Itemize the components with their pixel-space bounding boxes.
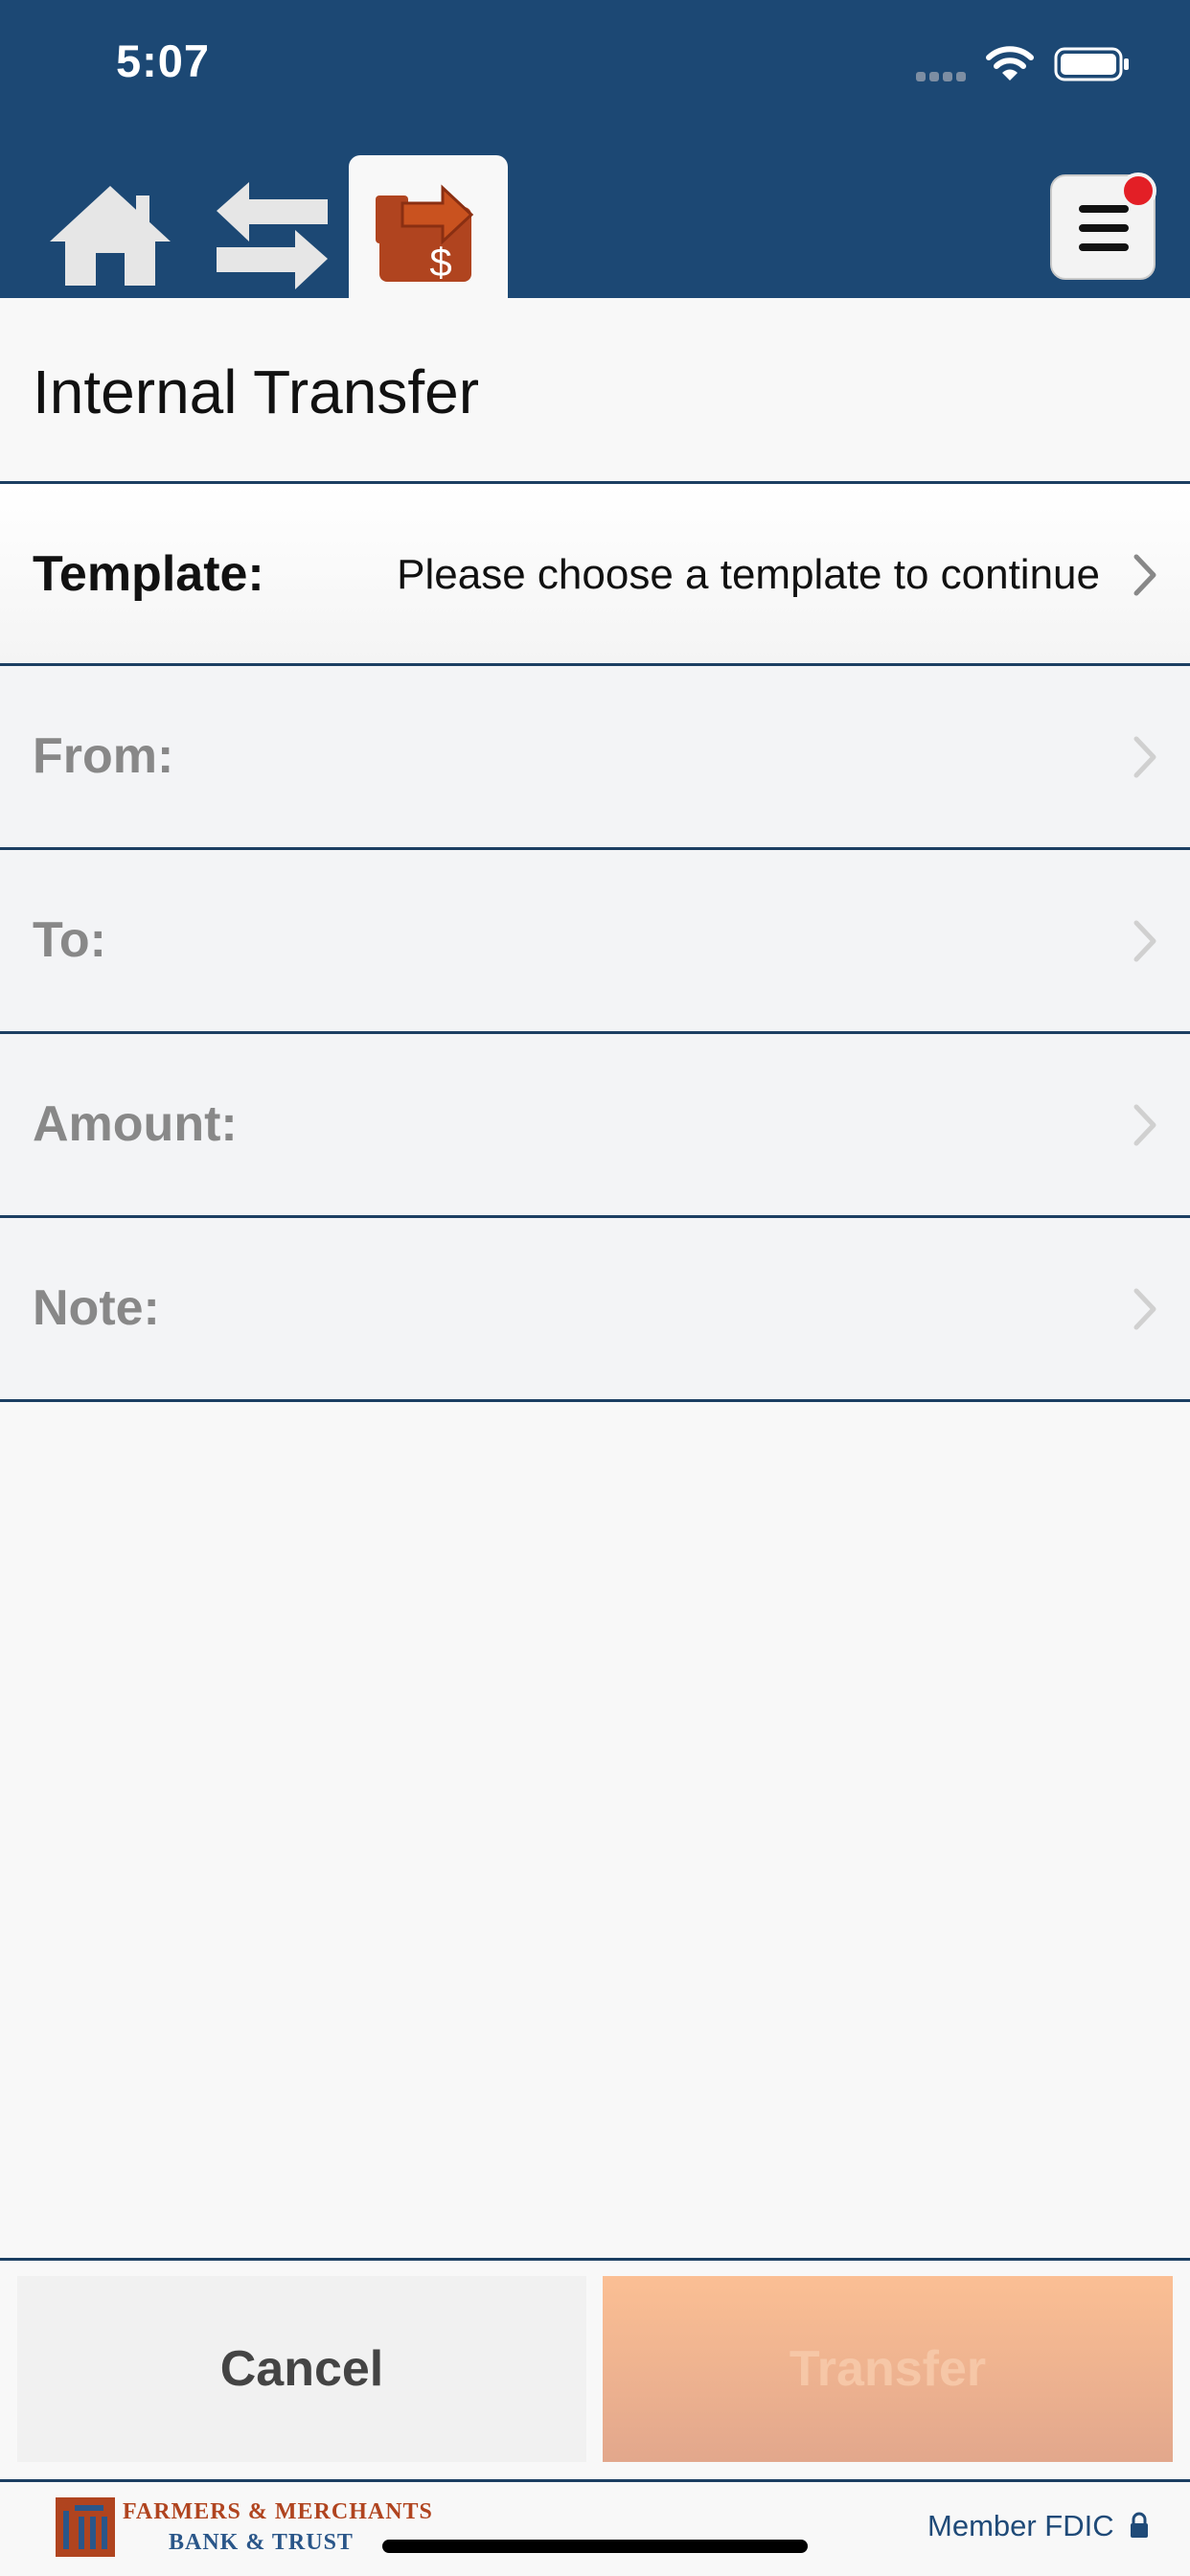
- chevron-right-icon: [1133, 554, 1156, 596]
- fdic-label: Member FDIC: [927, 2509, 1114, 2542]
- bank-logo-text: FARMERS & MERCHANTS: [123, 2499, 433, 2524]
- battery-icon: [1054, 47, 1129, 81]
- template-row[interactable]: Template: Please choose a template to co…: [0, 484, 1190, 665]
- to-row: To:: [0, 850, 1190, 1031]
- note-row: Note:: [0, 1218, 1190, 1399]
- from-label: From:: [33, 728, 174, 784]
- cellular-signal-icon: [916, 69, 970, 82]
- chevron-right-icon: [1133, 736, 1156, 778]
- template-value: Please choose a template to continue: [397, 551, 1100, 598]
- lock-icon: [1131, 2512, 1148, 2538]
- chevron-right-icon: [1133, 1288, 1156, 1330]
- amount-row: Amount:: [0, 1034, 1190, 1215]
- to-label: To:: [33, 912, 106, 968]
- home-icon[interactable]: [48, 182, 172, 288]
- amount-label: Amount:: [33, 1096, 238, 1152]
- transfer-button[interactable]: Transfer: [603, 2276, 1173, 2462]
- transfer-arrows-icon[interactable]: [213, 178, 332, 291]
- bank-logo-subtext: BANK & TRUST: [169, 2530, 354, 2555]
- divider: [0, 2479, 1190, 2482]
- chevron-right-icon: [1133, 920, 1156, 962]
- note-label: Note:: [33, 1280, 160, 1336]
- chevron-right-icon: [1133, 1104, 1156, 1146]
- divider: [0, 1399, 1190, 1402]
- page-title: Internal Transfer: [33, 357, 479, 426]
- notification-badge: [1120, 172, 1156, 209]
- app-header: 5:07 $: [0, 0, 1190, 298]
- from-row: From:: [0, 666, 1190, 847]
- status-time: 5:07: [116, 35, 211, 86]
- bank-logo-icon: [56, 2497, 115, 2557]
- payment-transfer-icon: $: [376, 184, 474, 284]
- wifi-icon: [986, 46, 1034, 80]
- template-label: Template:: [33, 546, 264, 602]
- cancel-button[interactable]: Cancel: [17, 2276, 586, 2462]
- svg-text:$: $: [429, 240, 451, 284]
- tab-payment-transfer[interactable]: $: [349, 155, 508, 298]
- home-indicator: [382, 2540, 808, 2553]
- divider: [0, 2258, 1190, 2261]
